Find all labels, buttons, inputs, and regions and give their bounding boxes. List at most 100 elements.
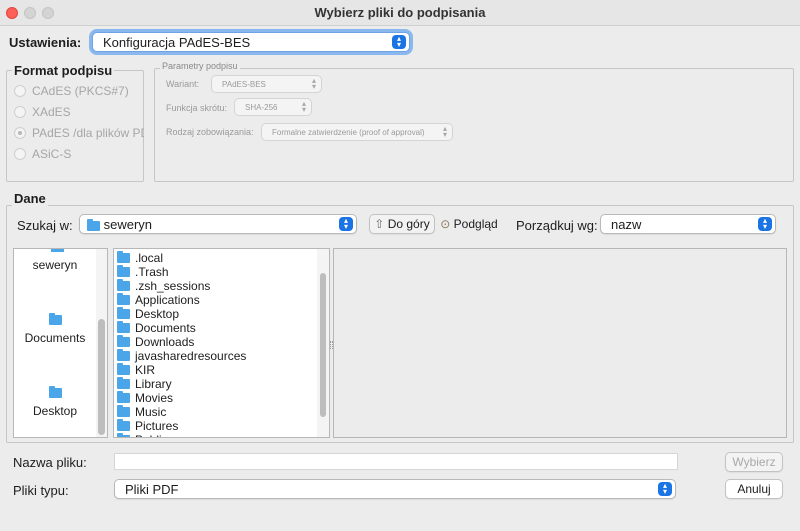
folder-icon [117, 250, 130, 263]
folder-icon [117, 418, 130, 431]
file-list-item[interactable]: javasharedresources [117, 348, 247, 363]
radio-circle [14, 106, 26, 118]
file-list-item-label: Applications [135, 293, 200, 307]
cancel-button[interactable]: Anuluj [725, 479, 783, 499]
look-in-select-value-wrap: seweryn [87, 217, 152, 232]
signature-params-title: Parametry podpisu [160, 61, 240, 71]
file-list-item-label: .zsh_sessions [135, 279, 211, 293]
file-list-item[interactable]: Movies [117, 390, 174, 405]
folder-icon [117, 292, 130, 305]
radio-pades[interactable]: PAdES /dla plików PDF [14, 126, 144, 140]
folder-icon [117, 348, 130, 361]
file-list-item[interactable]: Library [117, 376, 172, 391]
folder-icon [51, 249, 64, 252]
file-list-item-label: Movies [135, 391, 174, 405]
places-scrollbar[interactable] [96, 249, 107, 437]
file-list-item-label: javasharedresources [135, 349, 247, 363]
file-list-item-label: Documents [135, 321, 196, 335]
file-list-item[interactable]: Documents [117, 320, 196, 335]
filename-input[interactable] [114, 453, 678, 470]
preview-panel [330, 248, 787, 438]
chevron-updown-icon: ▴ ▾ [392, 35, 406, 49]
folder-icon [117, 264, 130, 277]
radio-cades-label: CAdES (PKCS#7) [32, 84, 129, 98]
radio-cades[interactable]: CAdES (PKCS#7) [14, 84, 129, 98]
file-list-panel[interactable]: .local .Trash .zsh_sessions Applications Des… [113, 248, 330, 438]
places-scrollbar-thumb[interactable] [98, 319, 105, 435]
file-list-item-label: Library [135, 377, 172, 391]
file-list-item-label: .local [135, 251, 164, 265]
magnifier-icon: ⊙ [440, 217, 451, 231]
radio-circle [14, 148, 26, 160]
signature-format-title: Format podpisu [12, 63, 115, 78]
sort-by-select[interactable]: nazw ▴ ▾ [600, 214, 776, 234]
look-in-label: Szukaj w: [17, 218, 73, 233]
sort-by-select-value: nazw [611, 217, 642, 232]
file-list-item[interactable]: Desktop [117, 306, 180, 321]
chevron-updown-icon: ▴ ▾ [758, 217, 772, 231]
folder-icon [48, 313, 62, 325]
data-group-title: Dane [12, 191, 48, 206]
look-in-select-value: seweryn [103, 217, 153, 232]
places-item-desktop[interactable]: Desktop [14, 386, 96, 418]
filetype-label: Pliki typu: [13, 483, 69, 498]
window-title: Wybierz pliki do podpisania [314, 5, 486, 20]
variant-select-value: PAdES-BES [222, 80, 266, 89]
file-list-item-label: Music [135, 405, 167, 419]
radio-asic[interactable]: ASiC-S [14, 147, 71, 161]
file-list-item-label: .Trash [135, 265, 169, 279]
file-list-item[interactable]: .Trash [117, 264, 169, 279]
radio-xades[interactable]: XAdES [14, 105, 71, 119]
preview-button[interactable]: ⊙ Podgląd [438, 214, 500, 234]
chevron-updown-icon: ▴ ▾ [658, 482, 672, 496]
look-in-select[interactable]: seweryn ▴ ▾ [79, 214, 357, 234]
folder-icon [117, 278, 130, 291]
radio-xades-label: XAdES [32, 105, 71, 119]
folder-icon [48, 386, 62, 398]
places-panel[interactable]: seweryn Documents Desktop [13, 248, 108, 438]
hash-function-select-value: SHA-256 [245, 103, 278, 112]
hash-function-select[interactable]: SHA-256 ▴ ▾ [234, 98, 312, 116]
file-list-item[interactable]: .zsh_sessions [117, 278, 211, 293]
file-list-item[interactable]: Pictures [117, 418, 178, 433]
up-folder-button[interactable]: ⇧ Do góry [369, 214, 435, 234]
folder-icon [117, 376, 130, 389]
file-list-item[interactable]: KIR [117, 362, 155, 377]
hash-function-label: Funkcja skrótu: [166, 103, 228, 113]
places-item-documents[interactable]: Documents [14, 313, 96, 345]
variant-label: Wariant: [166, 79, 200, 89]
chevron-updown-icon: ▴ ▾ [339, 217, 353, 231]
file-list-item-label: Downloads [135, 335, 195, 349]
places-item-home[interactable]: seweryn [14, 258, 96, 272]
chevron-updown-icon: ▴ ▾ [301, 99, 306, 114]
file-list-scrollbar[interactable] [317, 249, 329, 437]
file-list-item[interactable]: Downloads [117, 334, 195, 349]
file-list-item[interactable]: Music [117, 404, 167, 419]
places-item-label: Desktop [32, 404, 78, 418]
settings-select[interactable]: Konfiguracja PAdES-BES ▴ ▾ [92, 32, 410, 52]
radio-circle [14, 85, 26, 97]
radio-pades-label: PAdES /dla plików PDF [32, 126, 144, 140]
file-list-item-label: Desktop [135, 307, 180, 321]
settings-select-value: Konfiguracja PAdES-BES [103, 35, 251, 50]
arrow-up-icon: ⇧ [374, 217, 385, 231]
folder-icon [117, 320, 130, 333]
radio-pades-clip: PAdES /dla plików PDF [14, 126, 144, 142]
file-list-scrollbar-thumb[interactable] [320, 273, 326, 417]
splitter-handle[interactable] [330, 341, 333, 349]
variant-select[interactable]: PAdES-BES ▴ ▾ [211, 75, 322, 93]
filetype-select[interactable]: Pliki PDF ▴ ▾ [114, 479, 676, 499]
folder-icon [117, 362, 130, 375]
up-folder-button-label: Do góry [387, 217, 430, 231]
places-item-label: Documents [24, 331, 86, 345]
filetype-select-value: Pliki PDF [125, 482, 179, 497]
commitment-type-select[interactable]: Formalne zatwierdzenie (proof of approva… [261, 123, 453, 141]
file-list-item[interactable]: Applications [117, 292, 200, 307]
preview-button-label: Podgląd [453, 217, 498, 231]
filename-label: Nazwa pliku: [13, 455, 87, 470]
folder-icon [87, 218, 100, 231]
file-list-item[interactable]: Public [117, 432, 168, 437]
file-list-item[interactable]: .local [117, 250, 164, 265]
browse-button[interactable]: Wybierz [725, 452, 783, 472]
folder-icon [117, 334, 130, 347]
